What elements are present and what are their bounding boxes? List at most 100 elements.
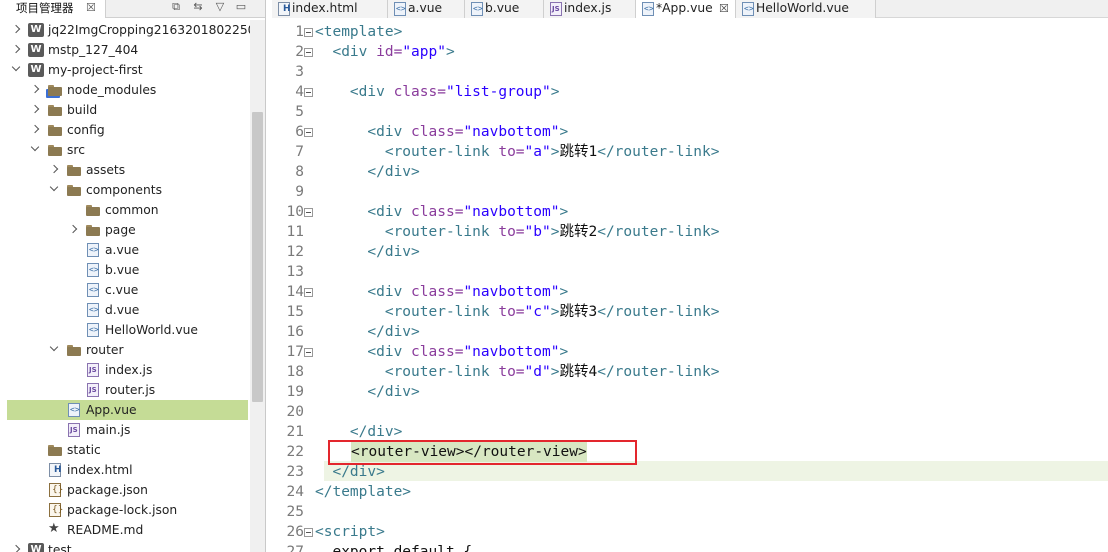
tree-item[interactable]: common [7,200,248,220]
fold-toggle-icon[interactable] [304,88,313,97]
code-line[interactable]: 24 </template> [272,482,1108,502]
tree-item[interactable]: static [7,440,248,460]
fold-toggle-icon[interactable] [304,208,313,217]
tree-item[interactable]: router [7,340,248,360]
fold-toggle-icon[interactable] [304,28,313,37]
chevron-right-icon[interactable] [30,84,40,96]
tree-item-label: main.js [86,423,131,437]
code-line[interactable]: 6 <div class="navbottom"> [272,122,1108,142]
code-line[interactable]: 21 </div> [272,422,1108,442]
tree-item[interactable]: index.js [7,360,248,380]
tree-item[interactable]: assets [7,160,248,180]
code-line[interactable]: 9 [272,182,1108,202]
tree-scrollbar-thumb[interactable] [252,112,263,402]
tree-item[interactable]: package.json [7,480,248,500]
vue-file-icon [87,303,99,317]
folder-icon [66,163,82,177]
code-line[interactable]: 5 [272,102,1108,122]
tree-item[interactable]: node_modules [7,80,248,100]
tree-item[interactable]: b.vue [7,260,248,280]
code-text: </template> [315,484,412,500]
line-number: 10 [286,204,304,220]
tree-item[interactable]: Wmy-project-first [7,60,248,80]
code-line[interactable]: 26 <script> [272,522,1108,542]
minimize-icon[interactable]: ▭ [234,0,248,16]
code-line[interactable]: 7 <router-link to="a">跳转1</router-link> [272,142,1108,162]
fold-toggle-icon[interactable] [304,48,313,57]
tree-item[interactable]: Wjq22ImgCropping216320180225011 [7,20,250,40]
code-line[interactable]: 1 <template> [272,22,1108,42]
fold-toggle-icon[interactable] [304,348,313,357]
chevron-down-icon[interactable] [30,144,40,156]
collapse-all-icon[interactable]: ⧉ [169,0,183,16]
view-menu-icon[interactable]: ▽ [213,0,227,16]
link-editor-icon[interactable]: ⇆ [191,0,205,16]
chevron-down-icon[interactable] [49,344,59,356]
tree-item[interactable]: App.vue [7,400,248,420]
fold-toggle-icon[interactable] [304,128,313,137]
tree-item[interactable]: build [7,100,248,120]
tree-item[interactable]: src [7,140,248,160]
tree-item[interactable]: c.vue [7,280,248,300]
editor-tab[interactable]: index.js [544,0,636,18]
chevron-right-icon[interactable] [68,224,78,236]
editor-tab[interactable]: index.html [272,0,388,18]
editor-tab[interactable]: b.vue [465,0,544,18]
chevron-right-icon[interactable] [49,164,59,176]
chevron-right-icon[interactable] [30,124,40,136]
tree-item[interactable]: config [7,120,248,140]
code-line[interactable]: 16 </div> [272,322,1108,342]
chevron-down-icon[interactable] [11,64,21,76]
code-line[interactable]: 19 </div> [272,382,1108,402]
tree-item[interactable]: components [7,180,248,200]
code-line[interactable]: 10 <div class="navbottom"> [272,202,1108,222]
code-line[interactable]: 13 [272,262,1108,282]
tree-item[interactable]: router.js [7,380,248,400]
tree-item[interactable]: main.js [7,420,248,440]
code-line[interactable]: 27 export default { [272,542,1108,552]
line-number: 14 [286,284,304,300]
tree-item[interactable]: page [7,220,248,240]
tree-item[interactable]: HelloWorld.vue [7,320,248,340]
tree-item[interactable]: d.vue [7,300,248,320]
chevron-right-icon[interactable] [11,544,21,552]
tree-scrollbar[interactable] [250,20,265,552]
code-line[interactable]: 23 </div> [272,462,1108,482]
explorer-tab[interactable]: 项目管理器 ☒ [0,0,106,18]
code-line[interactable]: 17 <div class="navbottom"> [272,342,1108,362]
code-line[interactable]: 18 <router-link to="d">跳转4</router-link> [272,362,1108,382]
chevron-right-icon[interactable] [11,44,21,56]
close-icon[interactable]: ☒ [86,0,96,16]
tree-item[interactable]: a.vue [7,240,248,260]
tree-item[interactable]: index.html [7,460,248,480]
code-line[interactable]: 8 </div> [272,162,1108,182]
tree-item-label: HelloWorld.vue [105,323,198,337]
fold-toggle-icon[interactable] [304,288,313,297]
code-line[interactable]: 25 [272,502,1108,522]
code-line[interactable]: 12 </div> [272,242,1108,262]
code-text: </div> [367,164,420,180]
line-number: 8 [295,164,304,180]
tree-item[interactable]: Wtest [7,540,248,552]
code-line[interactable]: 15 <router-link to="c">跳转3</router-link> [272,302,1108,322]
fold-toggle-icon[interactable] [304,528,313,537]
chevron-right-icon[interactable] [30,104,40,116]
editor-tab[interactable]: HelloWorld.vue [736,0,876,18]
chevron-right-icon[interactable] [11,24,21,36]
code-line[interactable]: 20 [272,402,1108,422]
chevron-down-icon[interactable] [49,184,59,196]
code-line[interactable]: 11 <router-link to="b">跳转2</router-link> [272,222,1108,242]
editor-tab[interactable]: *App.vue ☒ [636,0,736,18]
tree-item[interactable]: package-lock.json [7,500,248,520]
code-line[interactable]: 14 <div class="navbottom"> [272,282,1108,302]
code-area[interactable]: 1 <template> 2 <div id="app"> 3 4 <div class… [272,20,1108,552]
code-line[interactable]: 2 <div id="app"> [272,42,1108,62]
line-number: 22 [286,444,304,460]
editor-tab[interactable]: a.vue [388,0,465,18]
tree-item[interactable]: README.md [7,520,248,540]
tree-item[interactable]: Wmstp_127_404 [7,40,248,60]
code-line[interactable]: 3 [272,62,1108,82]
line-number: 13 [286,264,304,280]
code-line[interactable]: 4 <div class="list-group"> [272,82,1108,102]
close-icon[interactable]: ☒ [719,1,729,16]
